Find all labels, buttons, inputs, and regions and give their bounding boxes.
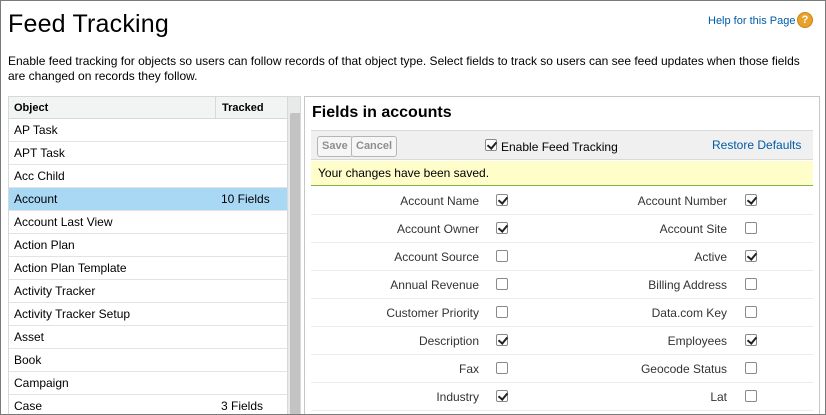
object-name: Campaign xyxy=(14,376,69,390)
help-link[interactable]: Help for this Page xyxy=(708,15,795,27)
restore-defaults-link[interactable]: Restore Defaults xyxy=(712,138,801,152)
feed-tracking-page: Feed Tracking Help for this Page ? Enabl… xyxy=(0,0,826,415)
field-label: Account Source xyxy=(394,250,479,264)
object-row[interactable]: Action Plan Template xyxy=(9,257,287,280)
object-name: APT Task xyxy=(14,146,65,160)
field-row: Customer Priority Data.com Key xyxy=(311,299,813,327)
fields-title: Fields in accounts xyxy=(312,104,452,121)
object-name: Action Plan xyxy=(14,238,75,252)
object-name: Account xyxy=(14,192,58,206)
object-row[interactable]: AP Task xyxy=(9,119,287,142)
field-track-checkbox[interactable] xyxy=(496,194,508,206)
object-row[interactable]: Acc Child xyxy=(9,165,287,188)
field-row: Account Owner Account Site xyxy=(311,215,813,243)
field-track-checkbox[interactable] xyxy=(745,194,757,206)
field-row: Industry Lat xyxy=(311,383,813,411)
field-label: Account Name xyxy=(400,194,479,208)
fields-toolbar: Save Cancel Enable Feed Tracking Restore… xyxy=(311,130,813,160)
object-name: AP Task xyxy=(14,123,58,137)
enable-feed-tracking-label: Enable Feed Tracking xyxy=(501,140,618,154)
object-name: Action Plan Template xyxy=(14,261,127,275)
column-header-object[interactable]: Object xyxy=(14,102,48,114)
field-track-checkbox[interactable] xyxy=(496,222,508,234)
object-list-header: Object Tracked xyxy=(9,97,287,119)
object-name: Account Last View xyxy=(14,215,113,229)
field-track-checkbox[interactable] xyxy=(745,222,757,234)
field-label: Account Owner xyxy=(396,222,479,236)
fields-panel: Fields in accounts Save Cancel Enable Fe… xyxy=(304,96,820,414)
object-list-panel: Object Tracked AP Task APT Task Acc Child A… xyxy=(8,96,301,414)
field-track-checkbox[interactable] xyxy=(745,278,757,290)
field-label: Employees xyxy=(667,334,727,348)
object-tracked-count: 10 Fields xyxy=(221,192,270,206)
object-row[interactable]: Account Last View xyxy=(9,211,287,234)
object-list: AP Task APT Task Acc Child Account 10 Fields… xyxy=(9,119,287,414)
object-row[interactable]: Asset xyxy=(9,326,287,349)
field-label: Account Number xyxy=(637,194,727,208)
save-button[interactable]: Save xyxy=(317,136,353,157)
field-track-checkbox[interactable] xyxy=(496,306,508,318)
field-row: Annual Revenue Billing Address xyxy=(311,271,813,299)
field-track-checkbox[interactable] xyxy=(496,362,508,374)
field-label: Annual Revenue xyxy=(390,278,479,292)
field-track-checkbox[interactable] xyxy=(496,334,508,346)
object-row[interactable]: Action Plan xyxy=(9,234,287,257)
object-row[interactable]: Activity Tracker xyxy=(9,280,287,303)
field-track-checkbox[interactable] xyxy=(745,334,757,346)
cancel-button[interactable]: Cancel xyxy=(351,136,398,157)
field-track-checkbox[interactable] xyxy=(496,278,508,290)
scrollbar[interactable] xyxy=(287,97,300,414)
object-name: Activity Tracker Setup xyxy=(14,307,131,321)
object-row[interactable]: Campaign xyxy=(9,372,287,395)
question-mark-icon[interactable]: ? xyxy=(797,12,813,28)
field-track-checkbox[interactable] xyxy=(745,306,757,318)
column-header-tracked[interactable]: Tracked xyxy=(215,97,264,119)
object-row[interactable]: Book xyxy=(9,349,287,372)
field-row: Description Employees xyxy=(311,327,813,355)
object-name: Case xyxy=(14,399,43,413)
field-row: Account Source Active xyxy=(311,243,813,271)
object-name: Book xyxy=(14,353,42,367)
field-track-checkbox[interactable] xyxy=(745,362,757,374)
field-label: Account Site xyxy=(659,222,727,236)
saved-message-text: Your changes have been saved. xyxy=(318,166,490,180)
object-name: Acc Child xyxy=(14,169,65,183)
field-track-checkbox[interactable] xyxy=(745,250,757,262)
field-label: Description xyxy=(418,334,479,348)
field-row: Account Name Account Number xyxy=(311,187,813,215)
field-label: Customer Priority xyxy=(386,306,479,320)
field-row: Fax Geocode Status xyxy=(311,355,813,383)
field-label: Billing Address xyxy=(648,278,727,292)
object-row[interactable]: APT Task xyxy=(9,142,287,165)
field-track-checkbox[interactable] xyxy=(496,390,508,402)
field-label: Lat xyxy=(710,390,727,404)
field-track-checkbox[interactable] xyxy=(745,390,757,402)
scrollbar-thumb[interactable] xyxy=(290,113,300,414)
enable-feed-tracking-checkbox[interactable] xyxy=(485,139,497,151)
object-row[interactable]: Activity Tracker Setup xyxy=(9,303,287,326)
page-title: Feed Tracking xyxy=(8,10,170,38)
field-label: Industry xyxy=(436,390,479,404)
field-list: Account Name Account Number Account Owner A… xyxy=(311,187,813,411)
field-track-checkbox[interactable] xyxy=(496,250,508,262)
object-name: Activity Tracker xyxy=(14,284,96,298)
intro-text: Enable feed tracking for objects so user… xyxy=(8,54,800,83)
field-label: Geocode Status xyxy=(640,362,727,376)
object-row[interactable]: Case 3 Fields xyxy=(9,395,287,414)
object-tracked-count: 3 Fields xyxy=(221,399,264,413)
field-label: Fax xyxy=(458,362,479,376)
field-label: Active xyxy=(694,250,727,264)
object-name: Asset xyxy=(14,330,45,344)
field-label: Data.com Key xyxy=(651,306,727,320)
object-row[interactable]: Account 10 Fields xyxy=(9,188,287,211)
saved-message: Your changes have been saved. xyxy=(311,161,813,186)
